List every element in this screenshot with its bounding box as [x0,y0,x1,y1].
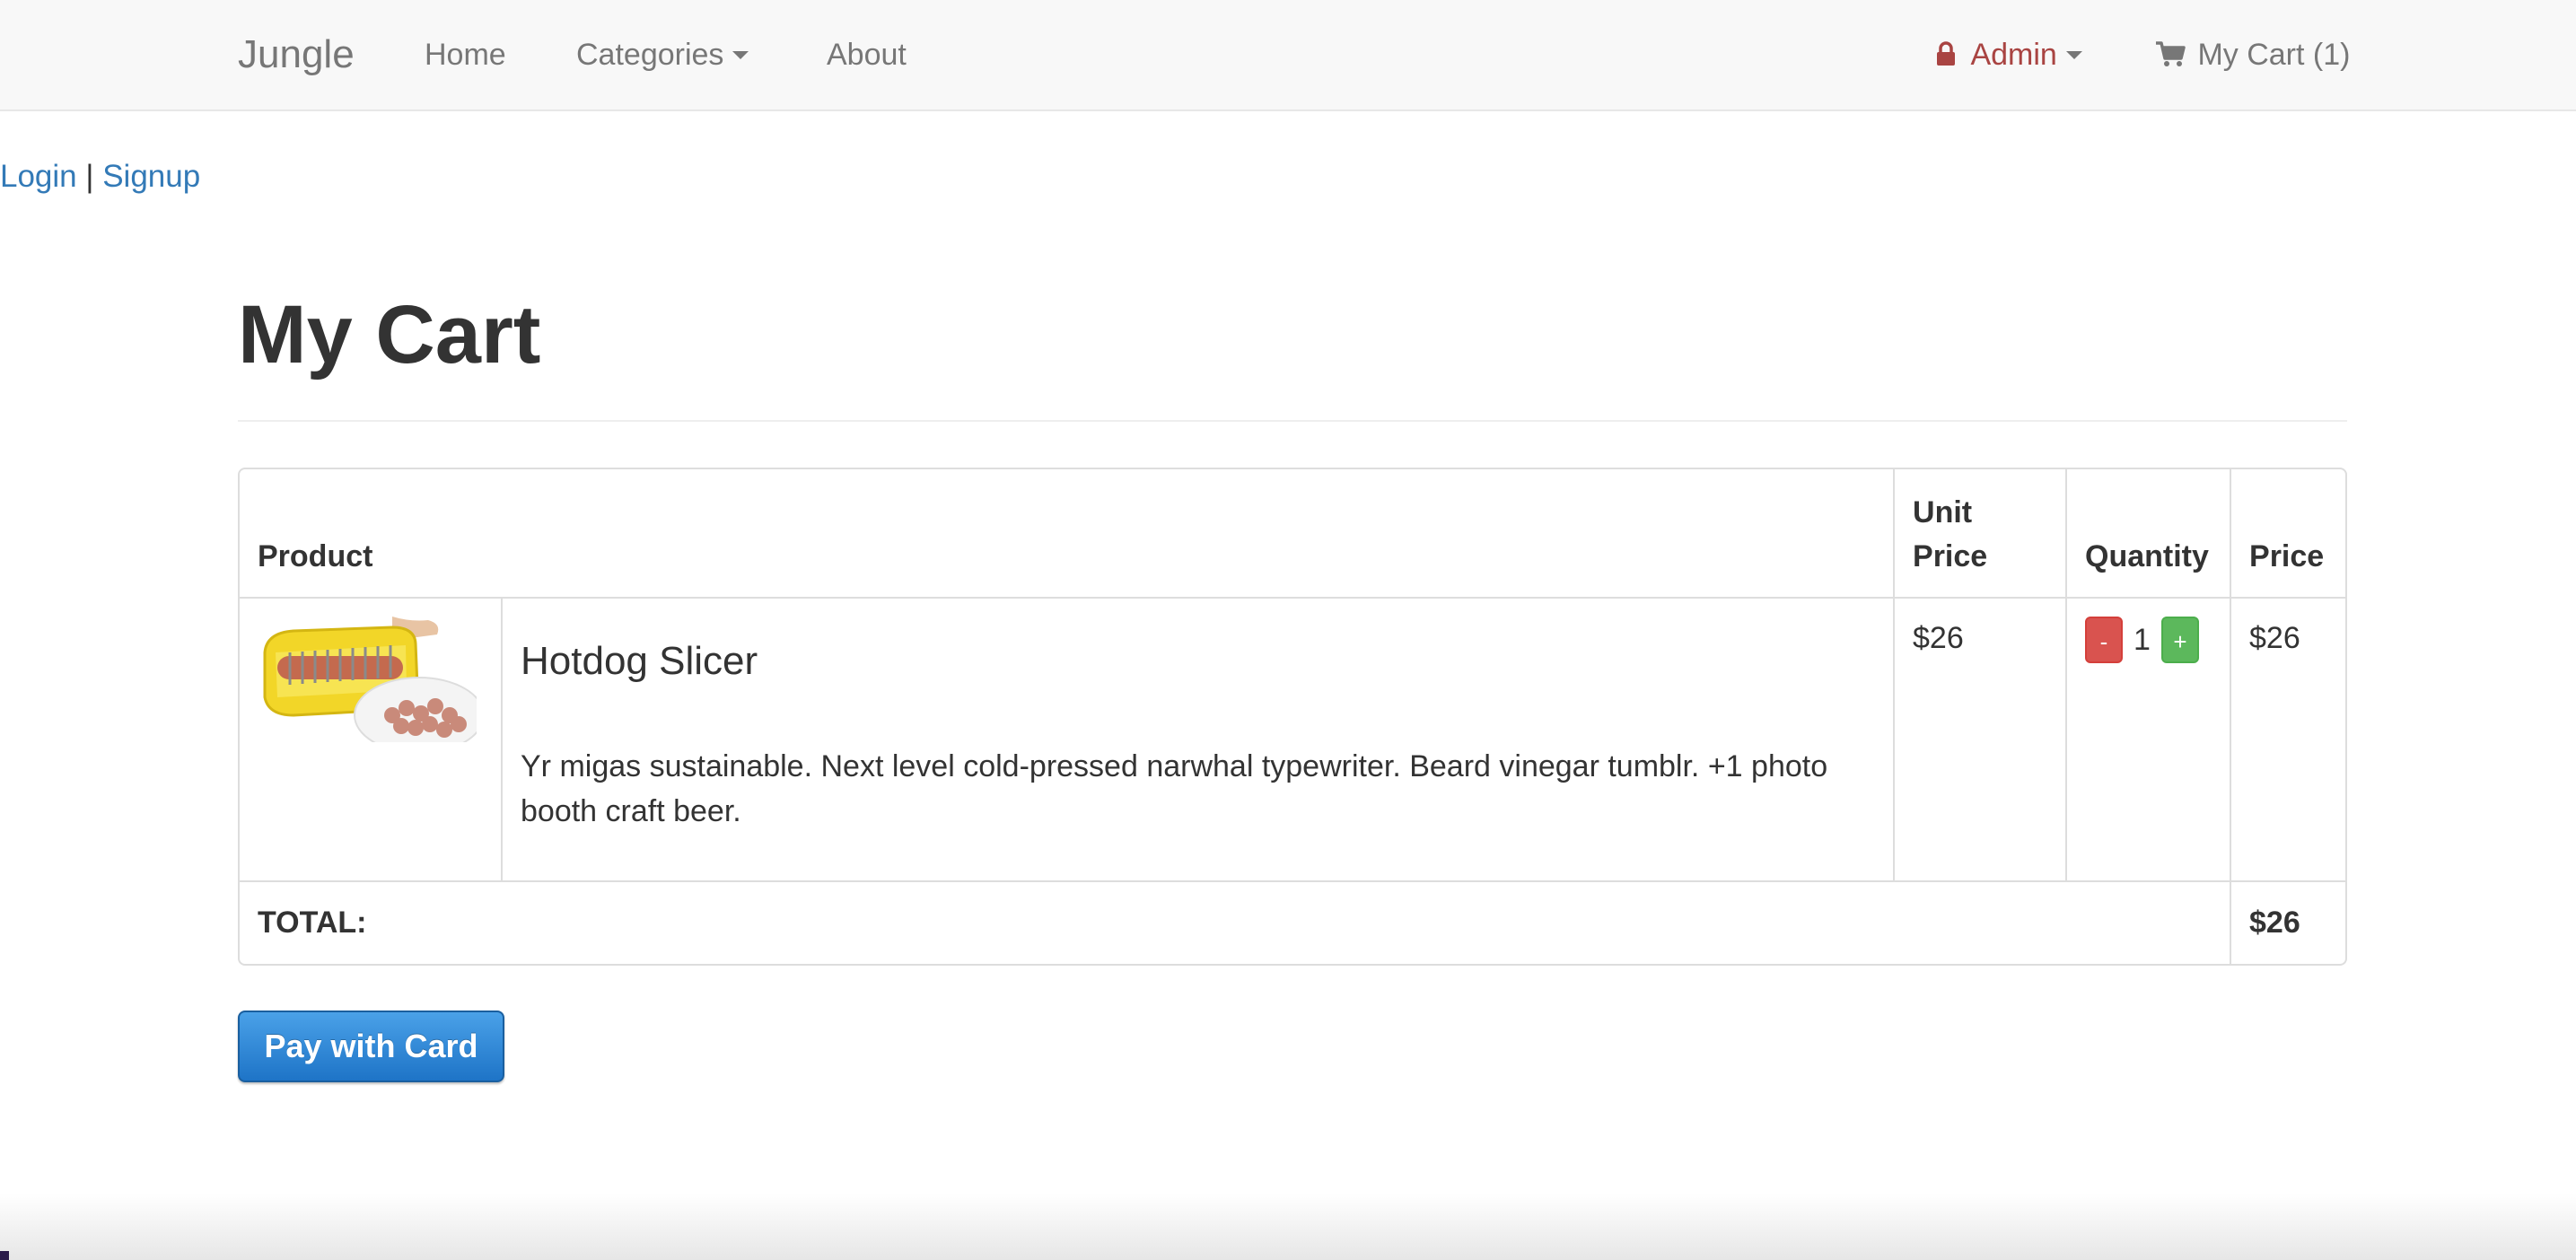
brand-link[interactable]: Jungle [238,31,355,79]
page-title: My Cart [238,289,541,381]
header-price: Price [2230,469,2345,599]
header-quantity: Quantity [2065,469,2232,599]
product-info-cell: Hotdog Slicer Yr migas sustainable. Next… [500,597,1896,882]
total-value: $26 [2230,880,2345,964]
total-row: TOTAL: $26 [240,880,2345,964]
navbar: Jungle Home Categories About Admin My Ca… [0,0,2576,111]
price-cell: $26 [2230,597,2345,882]
increase-quantity-button[interactable]: + [2160,617,2199,664]
cart-table: Product Unit Price Quantity Price Hotdog… [240,469,2345,964]
product-name: Hotdog Slicer [521,639,758,683]
quantity-cell: -1 + [2065,597,2232,882]
decrease-quantity-button[interactable]: - [2085,617,2124,664]
shopping-cart-icon [2156,41,2186,67]
chevron-down-icon [732,50,749,59]
product-image-cell [240,597,503,882]
chevron-down-icon [2065,50,2082,59]
nav-admin-label: Admin [1970,38,2057,72]
window-bottom-shadow [0,1194,2576,1260]
quantity-value: 1 [2134,623,2151,658]
nav-home-link[interactable]: Home [425,34,506,75]
auth-separator: | [85,159,94,194]
product-image [258,617,477,742]
login-link[interactable]: Login [0,159,77,194]
nav-categories-dropdown[interactable]: Categories [576,34,749,75]
auth-links: Login | Signup [0,156,200,197]
nav-admin-dropdown[interactable]: Admin [1935,34,2082,75]
nav-about-link[interactable]: About [827,34,907,75]
header-unit-price: Unit Price [1893,469,2068,599]
table-row: Hotdog Slicer Yr migas sustainable. Next… [240,597,2345,882]
unit-price-cell: $26 [1893,597,2068,882]
quantity-stepper: -1 + [2085,617,2212,664]
cart-panel: Product Unit Price Quantity Price Hotdog… [238,468,2347,966]
product-description: Yr migas sustainable. Next level cold-pr… [521,749,1828,828]
nav-cart-label: My Cart (1) [2197,38,2351,72]
nav-cart-link[interactable]: My Cart (1) [2155,34,2350,75]
window-corner [0,1251,9,1260]
nav-categories-label: Categories [576,38,724,72]
table-header-row: Product Unit Price Quantity Price [240,469,2345,599]
lock-icon [1937,41,1955,66]
divider [238,420,2347,422]
signup-link[interactable]: Signup [102,159,200,194]
header-product: Product [240,469,1896,599]
total-label: TOTAL: [240,880,2232,964]
pay-with-card-button[interactable]: Pay with Card [238,1011,504,1082]
